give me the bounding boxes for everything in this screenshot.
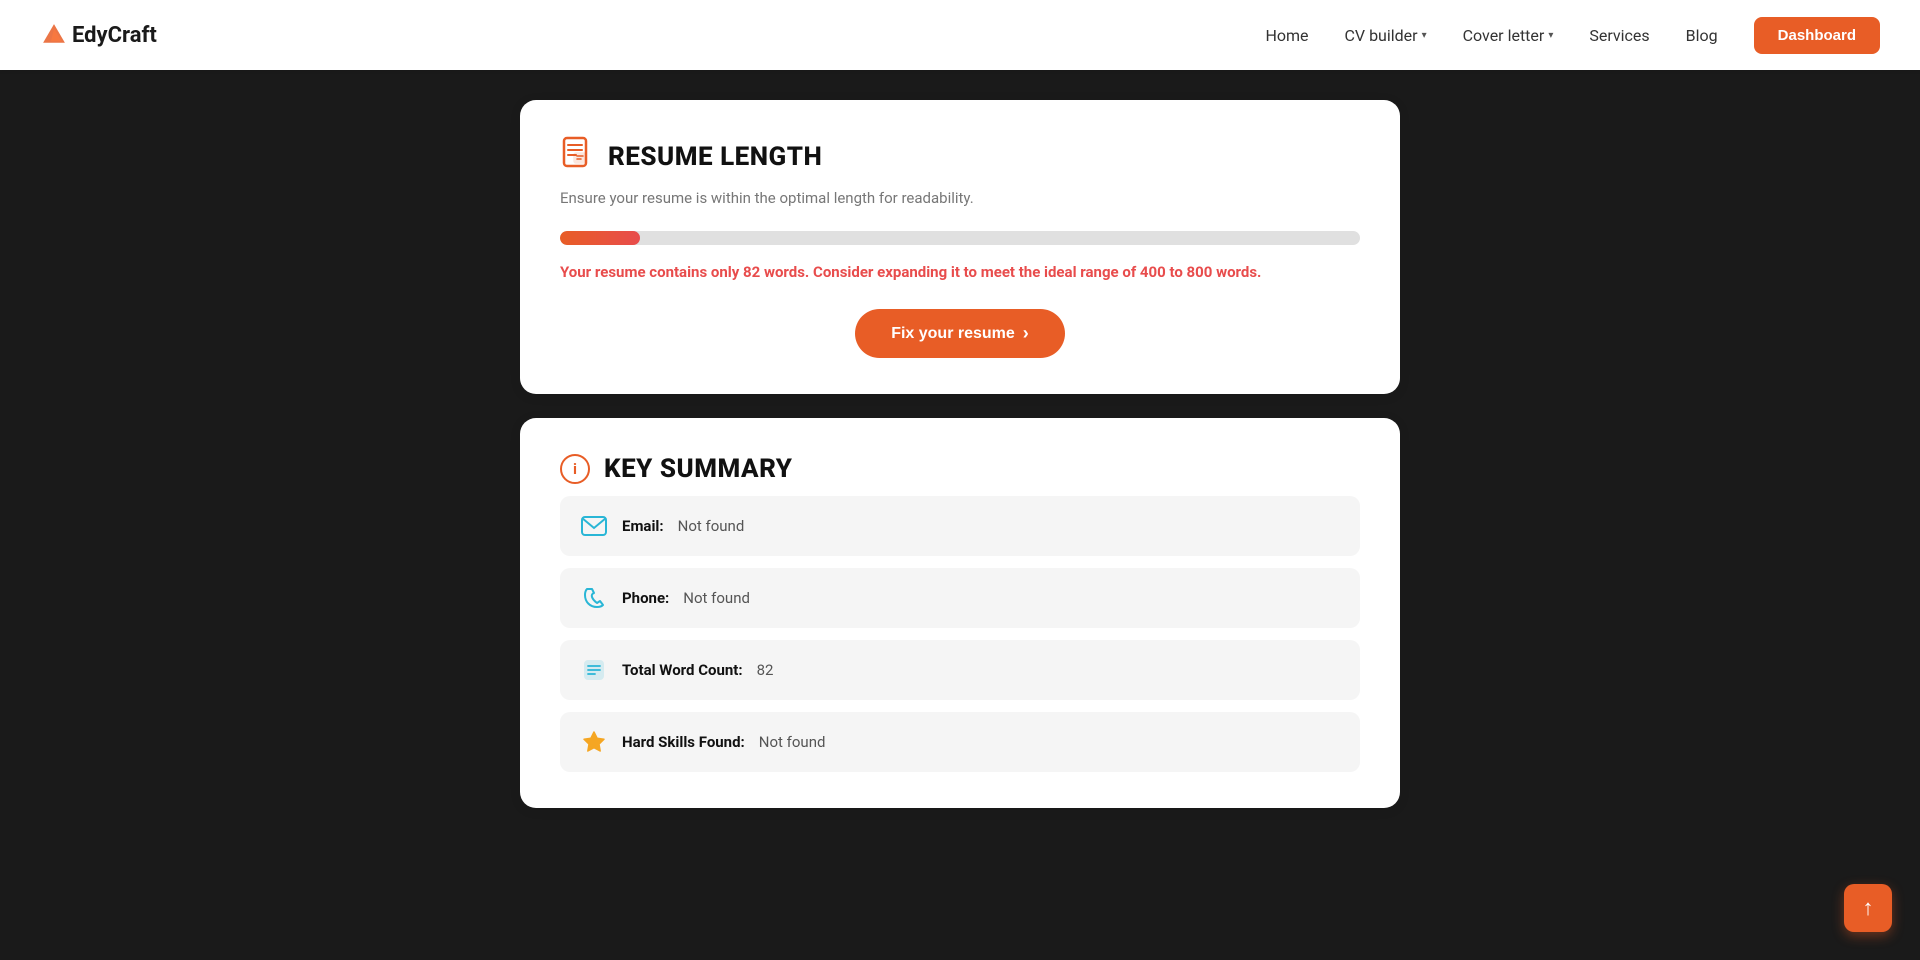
- info-icon: i: [560, 454, 590, 484]
- card-header-summary: i KEY SUMMARY: [560, 454, 1360, 484]
- email-icon: [580, 512, 608, 540]
- navbar: EdyCraft Home CV builder ▾ Cover letter …: [0, 0, 1920, 70]
- nav-cover-letter[interactable]: Cover letter ▾: [1463, 26, 1554, 45]
- resume-length-title: RESUME LENGTH: [608, 142, 822, 172]
- logo[interactable]: EdyCraft: [40, 21, 157, 49]
- nav-cv-builder[interactable]: CV builder ▾: [1345, 26, 1427, 45]
- phone-value: Not found: [683, 589, 750, 607]
- phone-icon: [580, 584, 608, 612]
- summary-row-email: Email: Not found: [560, 496, 1360, 556]
- progress-bar-fill: [560, 231, 640, 245]
- hardskills-label: Hard Skills Found:: [622, 733, 745, 751]
- resume-length-card: RESUME LENGTH Ensure your resume is with…: [520, 100, 1400, 394]
- nav-services[interactable]: Services: [1589, 26, 1649, 45]
- warning-text: Your resume contains only 82 words. Cons…: [560, 263, 1360, 281]
- hardskills-value: Not found: [759, 733, 826, 751]
- email-label: Email:: [622, 517, 664, 535]
- resume-length-subtitle: Ensure your resume is within the optimal…: [560, 189, 1360, 207]
- resume-icon: [560, 136, 594, 177]
- progress-bar-container: [560, 231, 1360, 245]
- nav-links: Home CV builder ▾ Cover letter ▾ Service…: [1265, 17, 1880, 54]
- wordcount-label: Total Word Count:: [622, 661, 743, 679]
- wordcount-value: 82: [757, 661, 774, 679]
- key-summary-card: i KEY SUMMARY Email: Not found: [520, 418, 1400, 808]
- wordcount-icon: [580, 656, 608, 684]
- summary-rows: Email: Not found Phone: Not found: [560, 496, 1360, 772]
- phone-label: Phone:: [622, 589, 669, 607]
- email-value: Not found: [678, 517, 745, 535]
- arrow-right-icon: ›: [1023, 323, 1029, 344]
- chevron-down-icon: ▾: [1548, 30, 1553, 41]
- nav-home[interactable]: Home: [1265, 26, 1308, 45]
- chevron-down-icon: ▾: [1422, 30, 1427, 41]
- key-summary-title: KEY SUMMARY: [604, 454, 792, 484]
- fix-btn-wrapper: Fix your resume ›: [560, 309, 1360, 358]
- summary-row-phone: Phone: Not found: [560, 568, 1360, 628]
- main-content: RESUME LENGTH Ensure your resume is with…: [0, 70, 1920, 838]
- summary-row-hardskills: Hard Skills Found: Not found: [560, 712, 1360, 772]
- dashboard-button[interactable]: Dashboard: [1754, 17, 1880, 54]
- hardskills-icon: [580, 728, 608, 756]
- card-header-resume: RESUME LENGTH: [560, 136, 1360, 177]
- logo-text: EdyCraft: [72, 23, 157, 48]
- scroll-to-top-button[interactable]: ↑: [1844, 884, 1892, 932]
- summary-row-wordcount: Total Word Count: 82: [560, 640, 1360, 700]
- fix-resume-button[interactable]: Fix your resume ›: [855, 309, 1065, 358]
- nav-blog[interactable]: Blog: [1686, 26, 1718, 45]
